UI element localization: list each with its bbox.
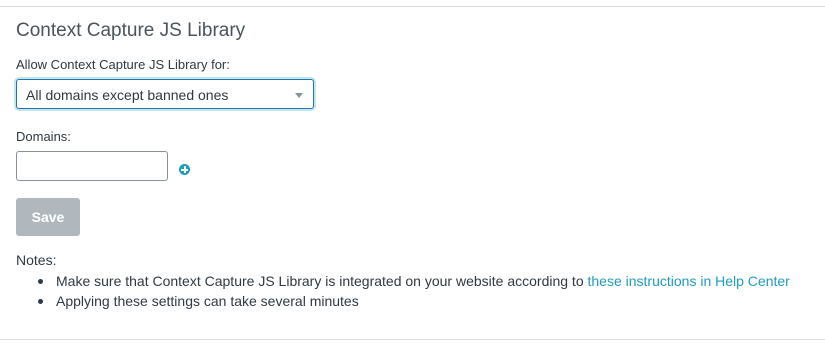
domains-field-label: Domains: [16,129,71,144]
chevron-down-icon [295,93,303,98]
note-item: Applying these settings can take several… [16,291,790,311]
help-center-instructions-link[interactable]: these instructions in Help Center [588,273,790,289]
domain-input[interactable] [16,151,168,181]
bottom-divider [0,339,825,340]
add-domain-plus-icon[interactable] [179,164,190,175]
save-button[interactable]: Save [16,198,80,236]
note-text: Applying these settings can take several… [56,293,359,309]
allow-field-label: Allow Context Capture JS Library for: [16,57,230,72]
notes-label: Notes: [16,252,57,268]
notes-list: Make sure that Context Capture JS Librar… [16,271,790,311]
allow-domains-select[interactable]: All domains except banned ones [16,79,314,109]
section-title: Context Capture JS Library [16,20,246,41]
allow-domains-selected-value: All domains except banned ones [26,87,229,103]
top-divider [0,6,825,7]
note-item: Make sure that Context Capture JS Librar… [16,271,790,291]
note-text: Make sure that Context Capture JS Librar… [56,273,588,289]
